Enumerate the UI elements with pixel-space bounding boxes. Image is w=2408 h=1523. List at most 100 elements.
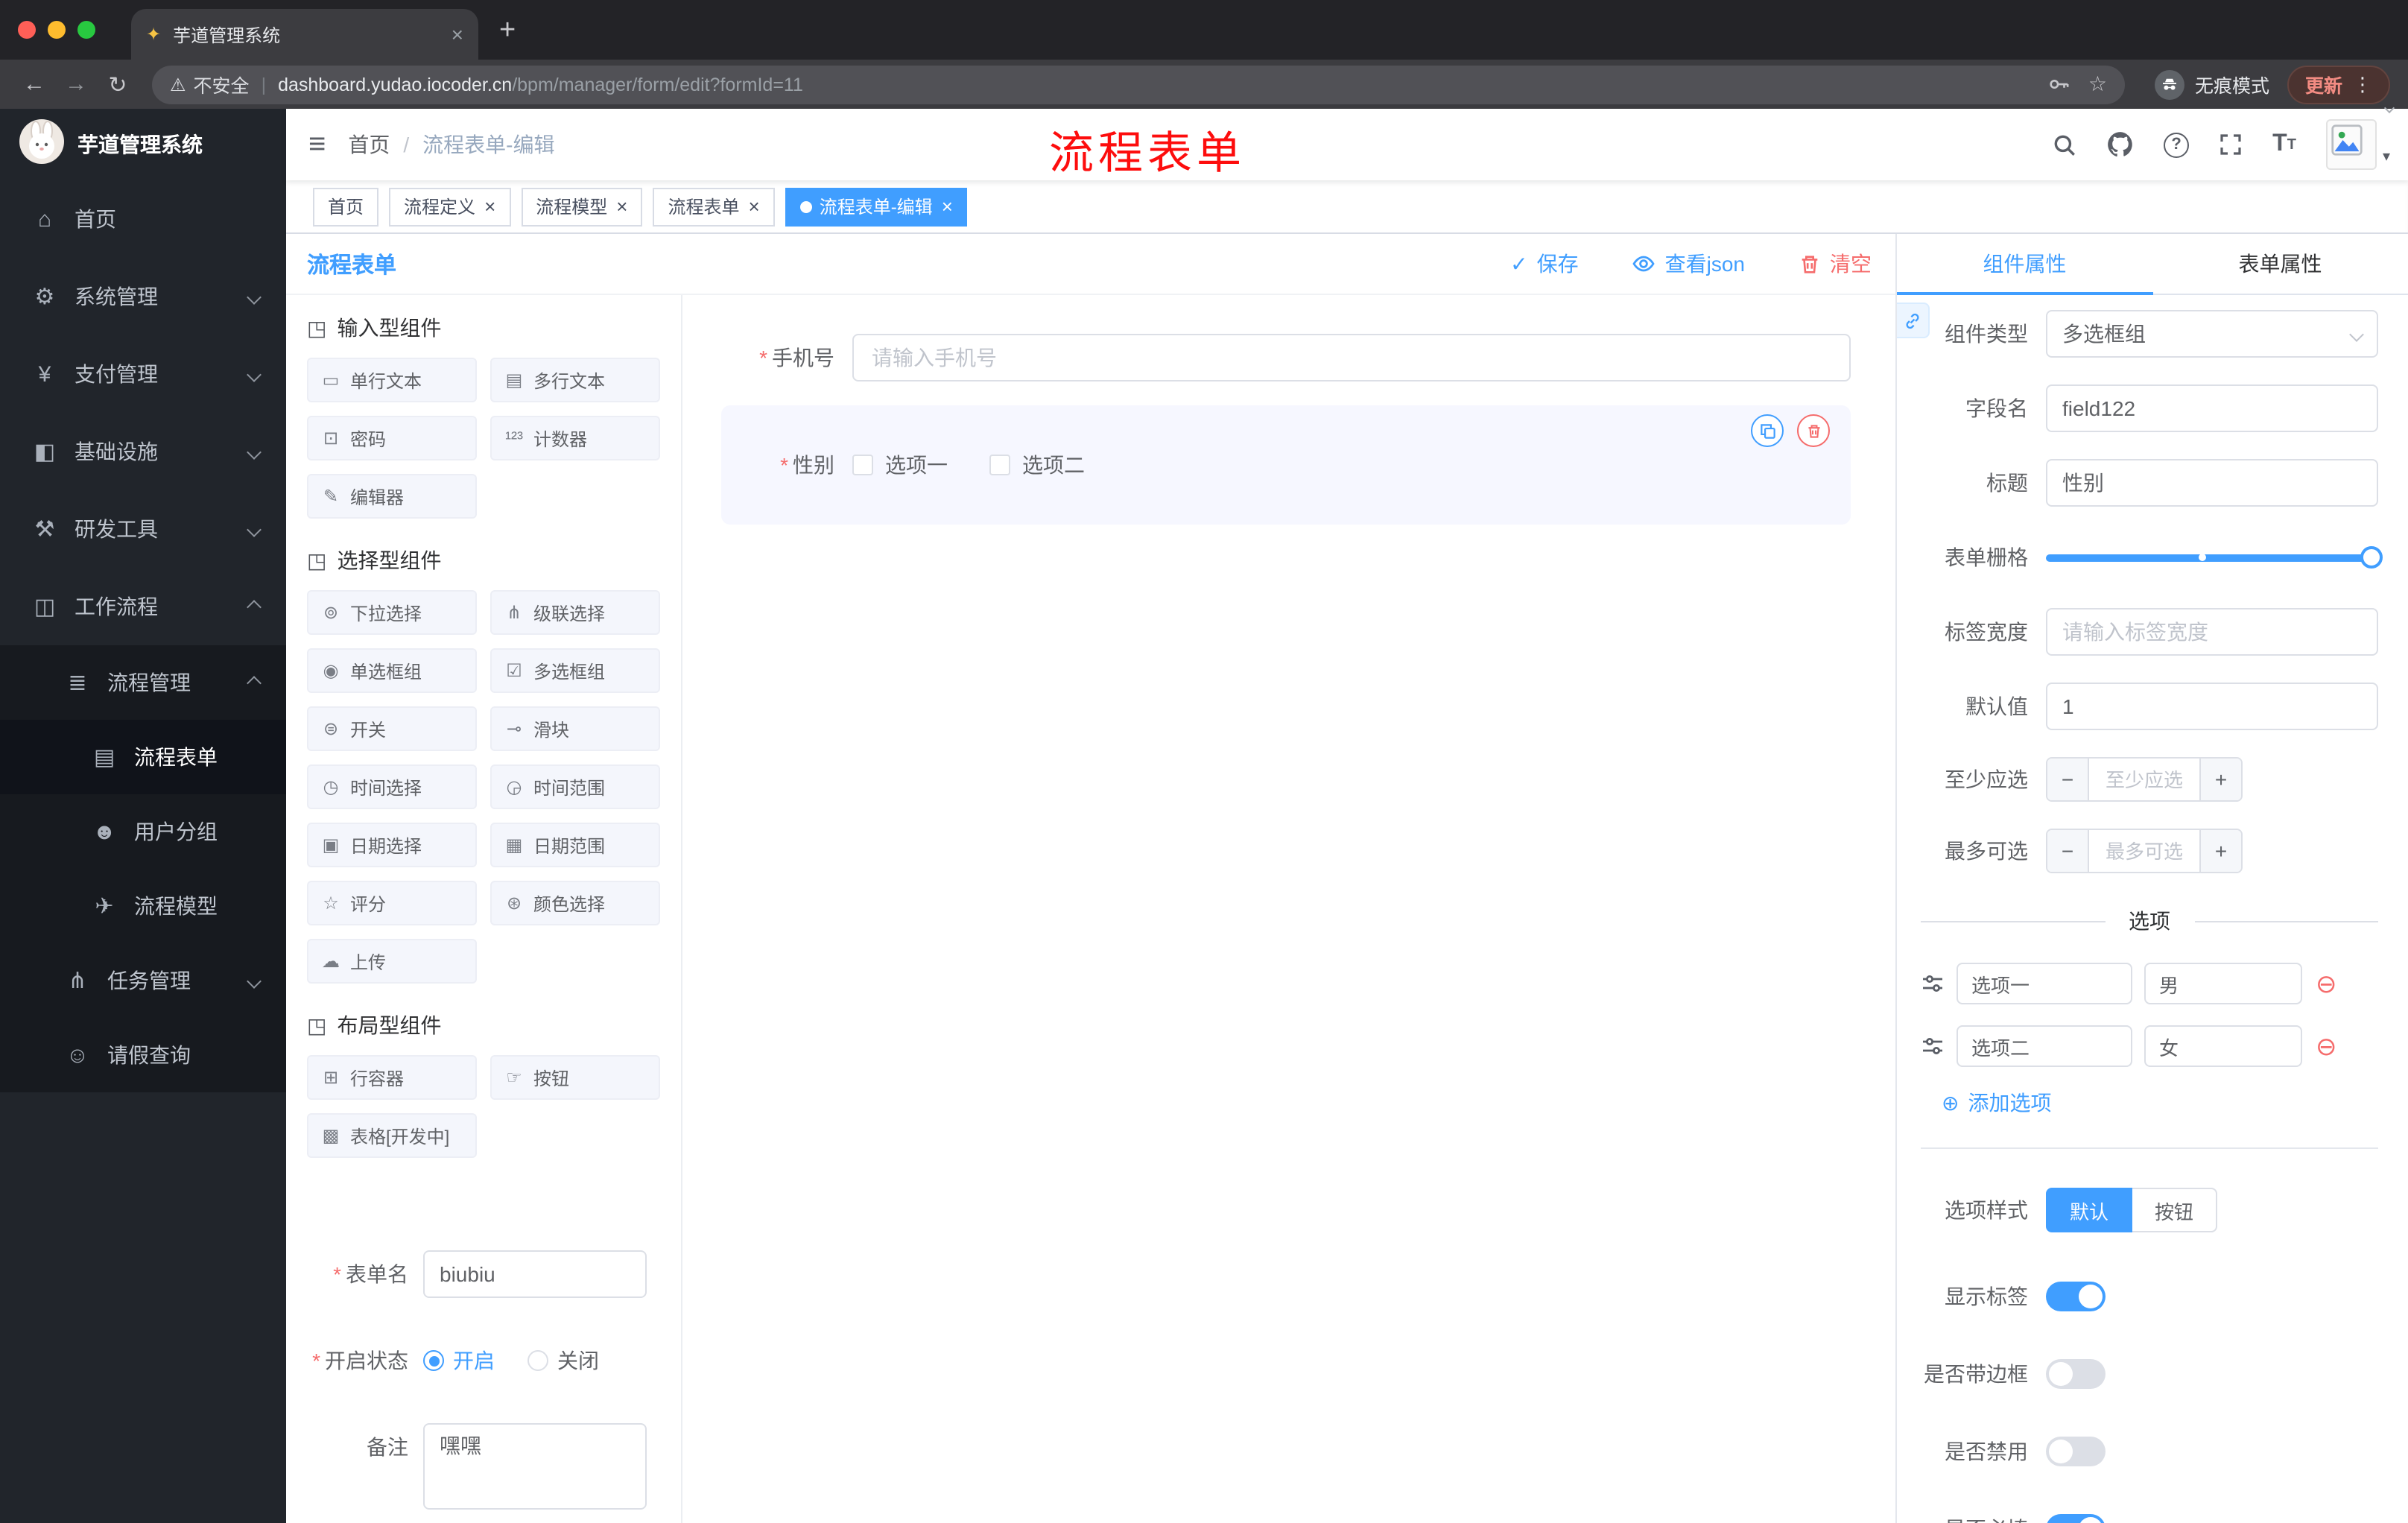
default-value-input[interactable]	[2046, 683, 2378, 730]
tag-close-icon[interactable]: ×	[749, 195, 760, 218]
user-menu[interactable]: ▾	[2325, 119, 2390, 170]
breadcrumb-home[interactable]: 首页	[348, 130, 390, 159]
palette-item-time-picker[interactable]: ◷ 时间选择	[307, 764, 477, 809]
decrease-button[interactable]: −	[2047, 830, 2089, 872]
search-icon[interactable]	[2052, 132, 2077, 157]
palette-item-textarea[interactable]: ▤ 多行文本	[490, 358, 660, 402]
palette-item-upload[interactable]: ☁ 上传	[307, 939, 477, 984]
palette-item-counter[interactable]: ¹²³ 计数器	[490, 416, 660, 460]
drag-handle-icon[interactable]	[1921, 972, 1945, 995]
increase-button[interactable]: +	[2199, 759, 2241, 800]
tag-process-form[interactable]: 流程表单 ×	[653, 187, 775, 226]
github-icon[interactable]	[2107, 131, 2134, 158]
window-zoom-button[interactable]	[77, 21, 95, 39]
browser-tab[interactable]: ✦ 芋道管理系统 ×	[131, 9, 478, 60]
palette-item-password[interactable]: ⊡ 密码	[307, 416, 477, 460]
fullscreen-icon[interactable]	[2219, 133, 2243, 156]
label-width-input[interactable]	[2046, 608, 2378, 656]
disabled-toggle[interactable]	[2046, 1437, 2106, 1466]
form-remark-input[interactable]: 嘿嘿	[423, 1423, 647, 1510]
increase-button[interactable]: +	[2199, 830, 2241, 872]
palette-item-table[interactable]: ▩ 表格[开发中]	[307, 1113, 477, 1158]
palette-item-radio-group[interactable]: ◉ 单选框组	[307, 648, 477, 693]
palette-item-single-text[interactable]: ▭ 单行文本	[307, 358, 477, 402]
font-size-icon[interactable]: TT	[2272, 131, 2296, 158]
sidebar-item-workflow[interactable]: ◫ 工作流程	[0, 568, 286, 645]
option-value-input[interactable]	[2144, 1025, 2302, 1067]
palette-item-time-range[interactable]: ◶ 时间范围	[490, 764, 660, 809]
sidebar-item-infrastructure[interactable]: ◧ 基础设施	[0, 413, 286, 490]
back-button[interactable]: ←	[15, 72, 54, 97]
window-close-button[interactable]	[18, 21, 36, 39]
phone-input[interactable]	[852, 334, 1851, 381]
clear-button[interactable]: 清空	[1799, 249, 1872, 279]
style-default-button[interactable]: 默认	[2046, 1188, 2133, 1232]
app-logo[interactable]: 芋道管理系统	[0, 109, 286, 180]
tag-close-icon[interactable]: ×	[616, 195, 627, 218]
palette-item-checkbox-group[interactable]: ☑ 多选框组	[490, 648, 660, 693]
forward-button[interactable]: →	[57, 72, 95, 97]
sidebar-item-task-management[interactable]: ⋔ 任务管理	[0, 943, 286, 1018]
sidebar-item-process-form[interactable]: ▤ 流程表单	[0, 720, 286, 794]
tab-form-properties[interactable]: 表单属性	[2152, 234, 2408, 294]
password-key-icon[interactable]	[2048, 73, 2070, 95]
option-value-input[interactable]	[2144, 963, 2302, 1004]
palette-item-date-range[interactable]: ▦ 日期范围	[490, 823, 660, 867]
option-label-input[interactable]	[1956, 963, 2132, 1004]
form-grid-slider[interactable]	[2046, 533, 2383, 581]
remove-option-icon[interactable]: ⊖	[2316, 1033, 2337, 1059]
gender-option-1[interactable]: 选项一	[852, 450, 948, 480]
decrease-button[interactable]: −	[2047, 759, 2089, 800]
sidebar-toggle-button[interactable]: ≡	[286, 127, 348, 162]
delete-widget-button[interactable]	[1797, 414, 1830, 447]
tag-process-definition[interactable]: 流程定义 ×	[389, 187, 511, 226]
tag-process-form-edit[interactable]: 流程表单-编辑 ×	[785, 187, 968, 226]
form-name-input[interactable]	[423, 1250, 647, 1298]
sidebar-item-system[interactable]: ⚙ 系统管理	[0, 258, 286, 335]
drag-handle-icon[interactable]	[1921, 1034, 1945, 1058]
copy-widget-button[interactable]	[1751, 414, 1784, 447]
show-label-toggle[interactable]	[2046, 1282, 2106, 1311]
browser-menu-icon[interactable]: ⋮	[2353, 72, 2372, 96]
palette-item-row-container[interactable]: ⊞ 行容器	[307, 1055, 477, 1100]
palette-item-cascader[interactable]: ⋔ 级联选择	[490, 590, 660, 635]
form-canvas[interactable]: *手机号 *性别 选项一 选项二	[682, 295, 1895, 1523]
sidebar-item-process-management[interactable]: ≣ 流程管理	[0, 645, 286, 720]
sidebar-item-payment[interactable]: ¥ 支付管理	[0, 335, 286, 413]
palette-item-switch[interactable]: ⊜ 开关	[307, 706, 477, 751]
border-toggle[interactable]	[2046, 1359, 2106, 1389]
style-button-button[interactable]: 按钮	[2132, 1188, 2218, 1232]
add-option-button[interactable]: ⊕ 添加选项	[1942, 1088, 2378, 1118]
option-label-input[interactable]	[1956, 1025, 2132, 1067]
selected-widget-gender[interactable]: * 性别 选项一 选项二	[721, 405, 1851, 525]
max-select-input[interactable]	[2089, 830, 2199, 872]
help-icon[interactable]: ?	[2164, 132, 2190, 157]
tag-home[interactable]: 首页	[313, 187, 379, 226]
browser-update-button[interactable]: 更新 ⋮	[2287, 65, 2390, 104]
gender-option-2[interactable]: 选项二	[989, 450, 1085, 480]
sidebar-item-home[interactable]: ⌂ 首页	[0, 180, 286, 258]
tag-close-icon[interactable]: ×	[942, 195, 953, 218]
palette-item-slider[interactable]: ⊸ 滑块	[490, 706, 660, 751]
view-json-button[interactable]: 查看json	[1632, 249, 1745, 279]
sidebar-item-process-model[interactable]: ✈ 流程模型	[0, 869, 286, 943]
slider-track[interactable]	[2046, 546, 2383, 569]
remove-option-icon[interactable]: ⊖	[2316, 971, 2337, 996]
checkbox[interactable]	[852, 455, 873, 475]
save-button[interactable]: ✓ 保存	[1510, 249, 1578, 279]
tab-component-properties[interactable]: 组件属性	[1897, 234, 2152, 295]
sidebar-item-devtools[interactable]: ⚒ 研发工具	[0, 490, 286, 568]
required-toggle[interactable]	[2046, 1514, 2106, 1523]
doc-link-icon[interactable]	[1897, 303, 1930, 338]
sidebar-item-user-groups[interactable]: ☻ 用户分组	[0, 794, 286, 869]
min-select-input[interactable]	[2089, 759, 2199, 800]
field-name-input[interactable]	[2046, 384, 2378, 432]
phone-field-row[interactable]: * 手机号	[721, 334, 1851, 381]
reload-button[interactable]: ↻	[98, 71, 137, 98]
palette-item-select[interactable]: ⊚ 下拉选择	[307, 590, 477, 635]
tag-process-model[interactable]: 流程模型 ×	[521, 187, 643, 226]
bookmark-star-icon[interactable]: ☆	[2088, 72, 2107, 97]
slider-handle[interactable]	[2360, 546, 2383, 569]
window-minimize-button[interactable]	[48, 21, 66, 39]
address-bar[interactable]: ⚠ 不安全 | dashboard.yudao.iocoder.cn /bpm/…	[152, 65, 2125, 104]
